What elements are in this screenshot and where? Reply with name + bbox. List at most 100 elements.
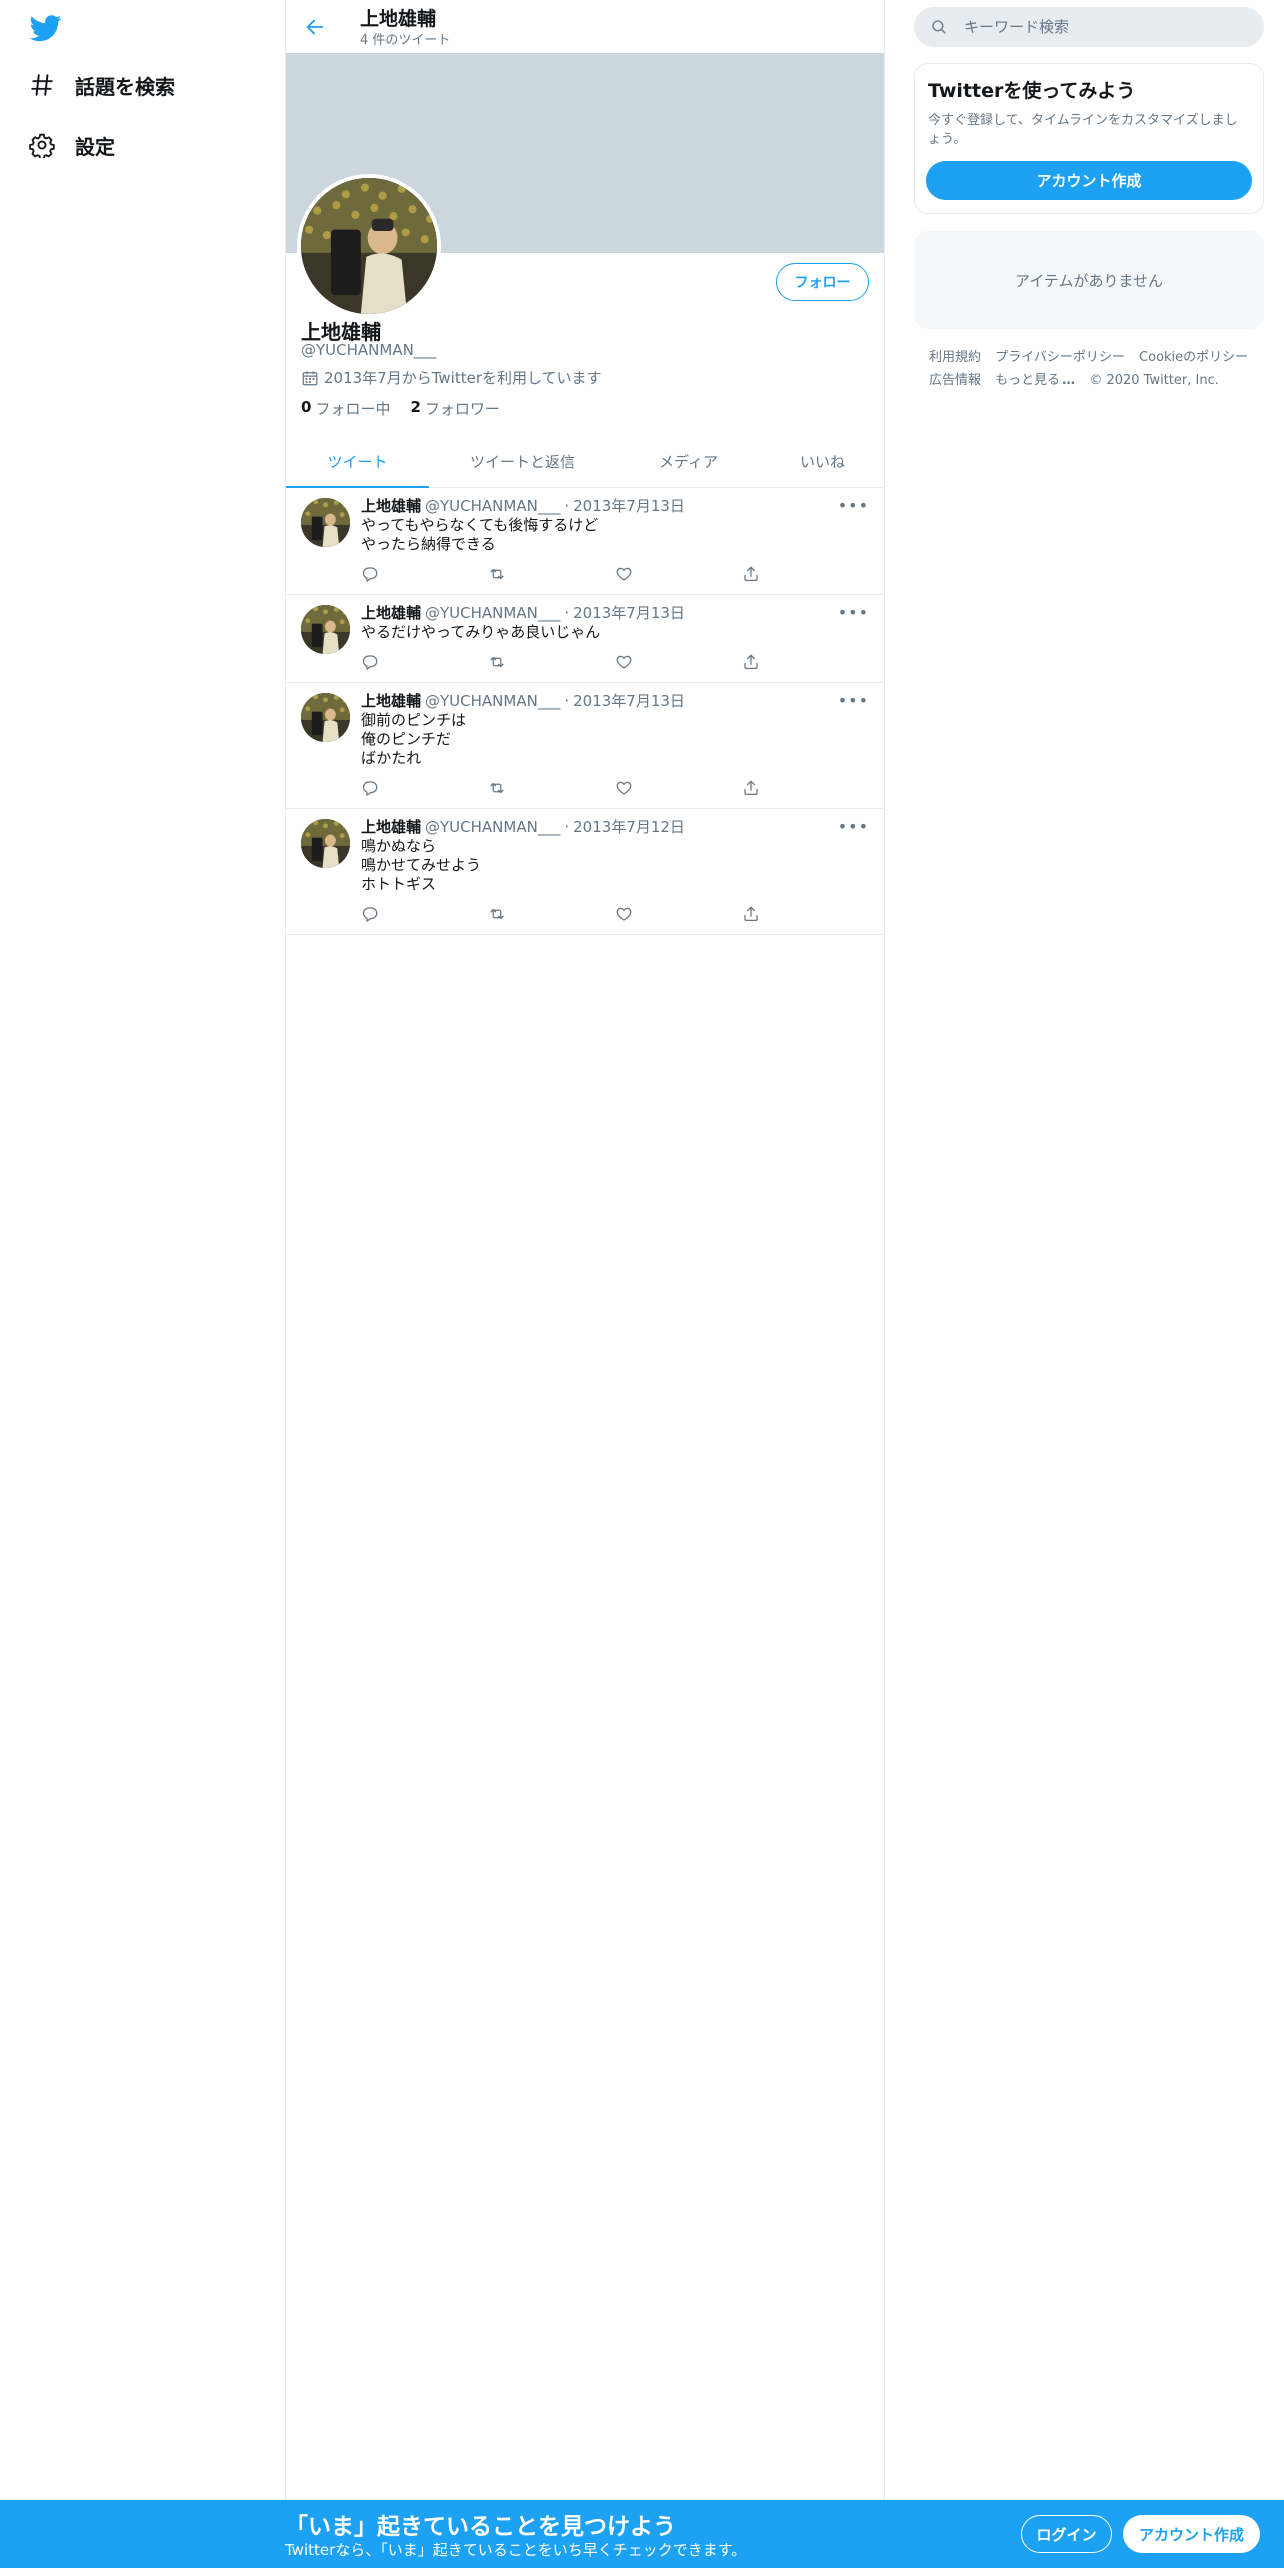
tweet-item[interactable]: ••• 上地雄輔 @YUCHANMAN___ · 2013年7月13日 御前のピンチは 俺…	[286, 683, 884, 809]
tweet-avatar[interactable]	[301, 693, 350, 742]
reply-icon[interactable]	[361, 904, 488, 924]
tweet-avatar[interactable]	[301, 819, 350, 868]
nav-settings[interactable]: 設定	[28, 125, 115, 165]
joined-text: 2013年7月からTwitterを利用しています	[324, 369, 602, 387]
retweet-icon[interactable]	[488, 778, 615, 798]
like-icon[interactable]	[615, 904, 742, 924]
tweet-author-handle[interactable]: @YUCHANMAN___	[425, 691, 560, 711]
followers-stat[interactable]: 2 フォロワー	[410, 398, 499, 419]
tweet-author-name[interactable]: 上地雄輔	[361, 817, 421, 837]
nav-settings-label: 設定	[75, 134, 115, 159]
tweet-author-name[interactable]: 上地雄輔	[361, 496, 421, 516]
retweet-icon[interactable]	[488, 652, 615, 672]
tweet-date[interactable]: 2013年7月13日	[573, 496, 685, 516]
tweet-date[interactable]: 2013年7月13日	[573, 603, 685, 623]
signup-title: Twitterを使ってみよう	[928, 80, 1136, 102]
profile-handle: @YUCHANMAN___	[301, 341, 437, 359]
tab-media[interactable]: メディア	[616, 435, 761, 487]
empty-message: アイテムがありません	[1014, 271, 1164, 290]
profile-column: 上地雄輔 4 件のツイート フォロー 上地雄輔 @YUCHANMAN___ 20…	[285, 0, 885, 2500]
following-stat[interactable]: 0 フォロー中	[301, 398, 390, 419]
tweet-text: やるだけやってみりゃあ良いじゃん	[361, 623, 601, 641]
tweet-text: 御前のピンチは 俺のピンチだ ばかたれ	[361, 711, 467, 767]
tweet-avatar[interactable]	[301, 605, 350, 654]
tweet-date[interactable]: 2013年7月12日	[573, 817, 685, 837]
header-tweet-count: 4 件のツイート	[360, 33, 451, 48]
like-icon[interactable]	[615, 778, 742, 798]
header-profile-name: 上地雄輔	[360, 8, 437, 30]
tweet-text: やってもやらなくても後悔するけど やったら納得できる	[361, 516, 599, 553]
share-icon[interactable]	[742, 904, 869, 924]
tweet-author-handle[interactable]: @YUCHANMAN___	[425, 817, 560, 837]
following-label: フォロー中	[315, 400, 391, 418]
share-icon[interactable]	[742, 652, 869, 672]
share-icon[interactable]	[742, 564, 869, 584]
tweet-author-name[interactable]: 上地雄輔	[361, 603, 421, 623]
footer-copyright: © 2020 Twitter, Inc.	[1089, 373, 1219, 388]
tweet-author-handle[interactable]: @YUCHANMAN___	[425, 496, 560, 516]
tweet-actions	[361, 778, 869, 798]
bottom-signup-button[interactable]: アカウント作成	[1123, 2515, 1260, 2553]
more-options-icon[interactable]: •••	[838, 691, 869, 710]
tweet-header: 上地雄輔 @YUCHANMAN___ · 2013年7月13日	[361, 691, 869, 711]
tweet-text: 鳴かぬなら 鳴かせてみせよう ホトトギス	[361, 837, 482, 893]
nav-explore[interactable]: 話題を検索	[28, 65, 175, 105]
calendar-icon	[302, 370, 318, 385]
search-bar[interactable]	[914, 7, 1264, 47]
retweet-icon[interactable]	[488, 564, 615, 584]
search-input[interactable]	[964, 18, 1244, 36]
tab-tweets[interactable]: ツイート	[286, 435, 429, 488]
tweet-date[interactable]: 2013年7月13日	[573, 691, 685, 711]
like-icon[interactable]	[615, 652, 742, 672]
login-button[interactable]: ログイン	[1021, 2515, 1112, 2553]
follow-button[interactable]: フォロー	[776, 263, 869, 301]
back-button[interactable]	[298, 10, 332, 44]
tweet-author-name[interactable]: 上地雄輔	[361, 691, 421, 711]
back-arrow-icon	[306, 19, 324, 35]
more-options-icon[interactable]: •••	[838, 496, 869, 515]
tweet-item[interactable]: ••• 上地雄輔 @YUCHANMAN___ · 2013年7月13日 やるだけやってみり…	[286, 595, 884, 683]
joined-date: 2013年7月からTwitterを利用しています	[301, 367, 602, 388]
twitter-bird-icon[interactable]	[28, 12, 64, 44]
more-options-icon[interactable]: •••	[838, 603, 869, 622]
footer-ads-link[interactable]: 広告情報	[929, 373, 981, 388]
profile-tabs: ツイート ツイートと返信 メディア いいね	[286, 435, 884, 488]
like-icon[interactable]	[615, 564, 742, 584]
tweet-item[interactable]: ••• 上地雄輔 @YUCHANMAN___ · 2013年7月13日 やってもやらなくて…	[286, 488, 884, 595]
retweet-icon[interactable]	[488, 904, 615, 924]
share-icon[interactable]	[742, 778, 869, 798]
separator-dot: ·	[564, 497, 570, 515]
separator-dot: ·	[564, 692, 570, 710]
tweet-header: 上地雄輔 @YUCHANMAN___ · 2013年7月13日	[361, 496, 869, 516]
tweet-actions	[361, 904, 869, 924]
separator-dot: ·	[564, 604, 570, 622]
tweet-avatar[interactable]	[301, 498, 350, 547]
footer-cookie-link[interactable]: Cookieのポリシー	[1139, 350, 1248, 365]
footer-privacy-link[interactable]: プライバシーポリシー	[995, 350, 1125, 365]
create-account-button[interactable]: アカウント作成	[926, 161, 1252, 200]
nav-explore-label: 話題を検索	[75, 74, 175, 99]
footer-terms-link[interactable]: 利用規約	[929, 350, 981, 365]
separator-dot: ·	[564, 818, 570, 836]
footer-links: 利用規約 プライバシーポリシー Cookieのポリシー 広告情報 もっと見る… …	[929, 346, 1259, 392]
hashtag-icon	[28, 71, 56, 99]
tab-tweets-and-replies[interactable]: ツイートと返信	[429, 435, 616, 487]
footer-more-link[interactable]: もっと見る…	[995, 373, 1075, 388]
reply-icon[interactable]	[361, 564, 488, 584]
profile-header-bar: 上地雄輔 4 件のツイート	[286, 0, 884, 53]
signup-card: Twitterを使ってみよう 今すぐ登録して、タイムラインをカスタマイズしましょ…	[914, 63, 1264, 214]
search-icon	[932, 20, 946, 34]
tweet-item[interactable]: ••• 上地雄輔 @YUCHANMAN___ · 2013年7月12日鳴かぬなら 鳴かせ…	[286, 809, 884, 935]
tweet-list: ••• 上地雄輔 @YUCHANMAN___ · 2013年7月13日 やってもやらなくて…	[286, 488, 884, 935]
more-options-icon[interactable]: •••	[838, 817, 869, 836]
more-dots-icon: …	[1062, 373, 1076, 388]
profile-avatar[interactable]	[297, 174, 441, 318]
tweet-author-handle[interactable]: @YUCHANMAN___	[425, 603, 560, 623]
reply-icon[interactable]	[361, 778, 488, 798]
avatar-photo	[301, 178, 437, 314]
reply-icon[interactable]	[361, 652, 488, 672]
left-navigation: 話題を検索 設定	[0, 0, 285, 2568]
bottom-bar-title: 「いま」起きていることを見つけよう	[285, 2514, 676, 2540]
bottom-bar-subtitle: Twitterなら、「いま」起きていることをいち早くチェックできます。	[285, 2541, 747, 2559]
tab-likes[interactable]: いいね	[761, 435, 884, 487]
